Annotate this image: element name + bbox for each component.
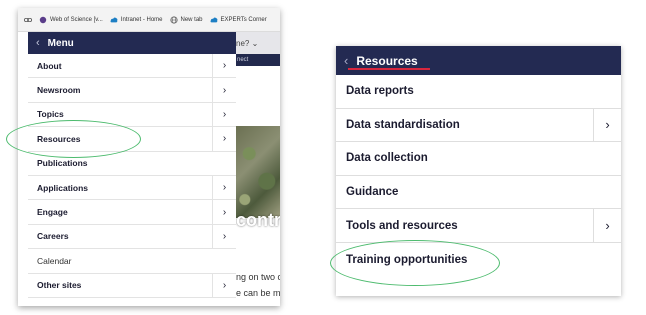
chevron-right-icon[interactable]: ›: [212, 200, 236, 225]
submenu-item-label: Data reports: [346, 85, 414, 98]
menu-item-label: Newsroom: [37, 85, 81, 96]
menu-title: Menu: [47, 37, 74, 49]
submenu-title: Resources: [356, 53, 418, 68]
menu-item-newsroom[interactable]: Newsroom ›: [28, 78, 236, 103]
submenu-item-label: Guidance: [346, 186, 399, 199]
chevron-right-icon[interactable]: ›: [212, 224, 236, 249]
menu-item-label: Applications: [37, 182, 89, 193]
link-icon: [24, 17, 32, 22]
menu-item-label: Careers: [37, 231, 69, 242]
submenu-item-label: Data collection: [346, 152, 428, 165]
chevron-right-icon[interactable]: ›: [212, 126, 236, 151]
cloud-icon: [210, 17, 217, 22]
submenu-item-label: Tools and resources: [346, 219, 458, 232]
background-page: ne? ⌄ nect contro ng on two c e can be m…: [236, 32, 280, 306]
title-underline: [348, 68, 430, 70]
chevron-right-icon[interactable]: ›: [593, 108, 621, 142]
bookmark-experts-corner[interactable]: EXPERTs Corner: [210, 16, 267, 24]
bookmark-link[interactable]: [24, 16, 32, 24]
menu-item-other-sites[interactable]: Other sites ›: [28, 273, 236, 298]
wos-icon: [39, 16, 47, 23]
chevron-right-icon[interactable]: ›: [212, 102, 236, 127]
background-photo: [236, 126, 280, 218]
submenu-item-data-standardisation[interactable]: Data standardisation ›: [336, 108, 621, 143]
submenu-item-tools-and-resources[interactable]: Tools and resources ›: [336, 209, 621, 243]
mobile-menu: ‹ Menu About › Newsroom › Topics › Resou…: [28, 32, 236, 306]
menu-item-label: Calendar: [37, 255, 72, 266]
background-text-line: ng on two c: [236, 272, 280, 282]
bookmark-intranet[interactable]: Intranet - Home: [110, 16, 163, 24]
submenu-item-data-reports[interactable]: Data reports: [336, 75, 621, 109]
chevron-right-icon[interactable]: ›: [212, 78, 236, 103]
highlight-ellipse-resources: [6, 120, 141, 158]
highlight-ellipse-training: [330, 240, 500, 286]
chevron-right-icon[interactable]: ›: [212, 175, 236, 200]
menu-item-label: Engage: [37, 207, 68, 218]
menu-item-label: Topics: [37, 109, 64, 120]
menu-item-calendar[interactable]: Calendar: [28, 249, 236, 274]
background-nav-text: nect: [236, 54, 280, 66]
background-text-line: e can be ma: [236, 288, 280, 298]
chevron-left-icon[interactable]: ‹: [36, 37, 40, 49]
bookmark-new-tab[interactable]: New tab: [169, 15, 203, 24]
menu-item-applications[interactable]: Applications ›: [28, 175, 236, 201]
globe-icon: [169, 15, 178, 24]
bookmark-label: Web of Science [v...: [50, 16, 103, 23]
bookmark-label: Intranet - Home: [120, 16, 163, 23]
menu-item-label: Other sites: [37, 280, 82, 291]
menu-header: ‹ Menu: [28, 32, 236, 54]
chevron-right-icon[interactable]: ›: [212, 273, 236, 298]
bookmark-label: EXPERTs Corner: [220, 16, 267, 23]
menu-item-label: Publications: [37, 158, 88, 169]
cloud-icon: [110, 17, 118, 22]
bookmarks-bar: Web of Science [v... Intranet - Home New…: [18, 8, 280, 32]
bookmark-label: New tab: [180, 16, 203, 23]
menu-item-about[interactable]: About ›: [28, 53, 236, 79]
menu-item-careers[interactable]: Careers ›: [28, 224, 236, 250]
menu-item-label: About: [37, 60, 62, 71]
bookmark-web-of-science[interactable]: Web of Science [v...: [39, 16, 103, 24]
menu-item-engage[interactable]: Engage ›: [28, 200, 236, 225]
submenu-header: ‹ Resources: [336, 46, 621, 75]
background-headline: contro: [236, 210, 280, 230]
chevron-left-icon[interactable]: ‹: [344, 53, 348, 68]
chevron-right-icon[interactable]: ›: [212, 53, 236, 78]
submenu-item-label: Data standardisation: [346, 118, 460, 131]
submenu-item-guidance[interactable]: Guidance: [336, 176, 621, 210]
submenu-item-data-collection[interactable]: Data collection: [336, 142, 621, 176]
chevron-right-icon[interactable]: ›: [593, 209, 621, 243]
background-top-text: ne? ⌄: [236, 32, 280, 54]
